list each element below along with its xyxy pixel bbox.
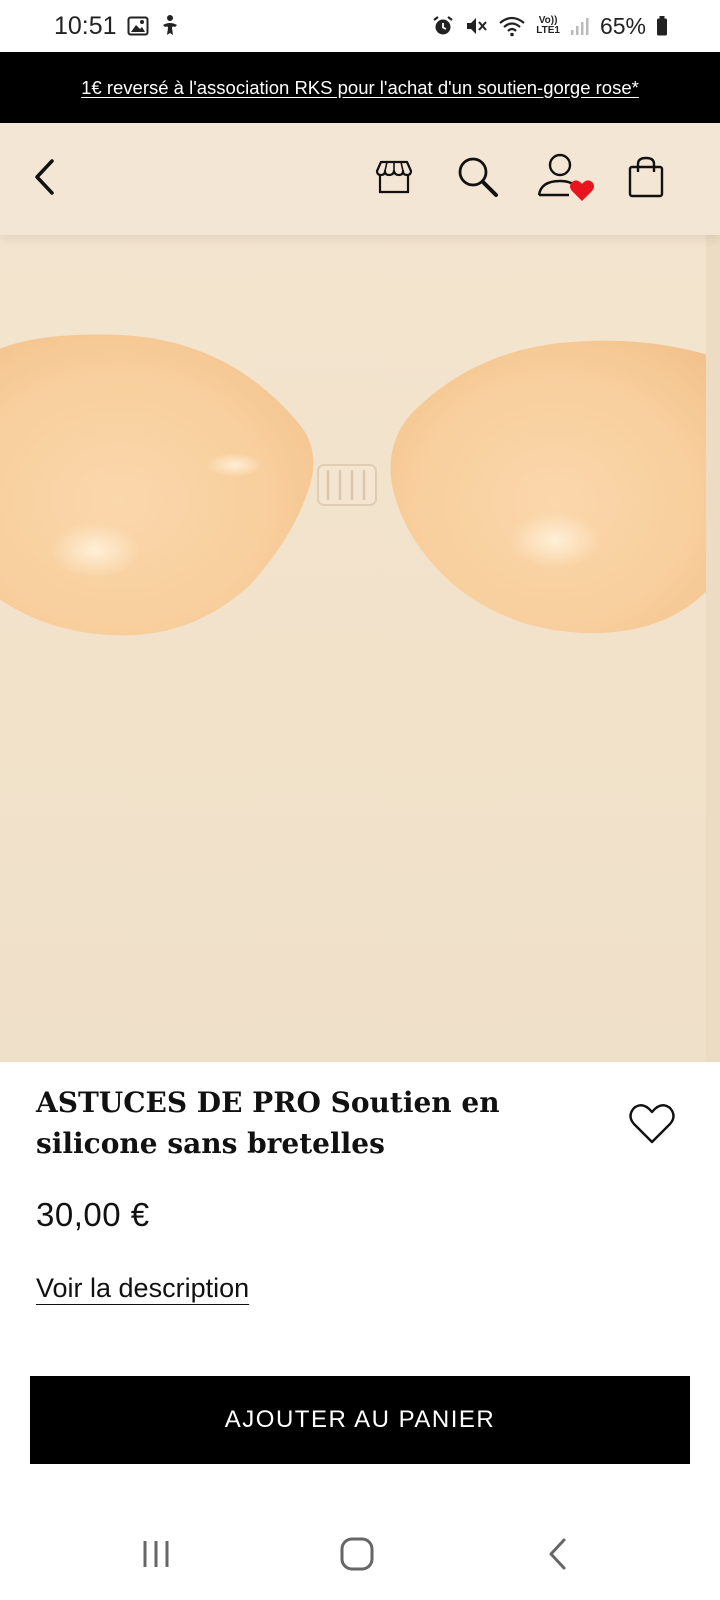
product-title: ASTUCES DE PRO Soutien en silicone sans … [36,1086,500,1160]
gallery-icon [127,15,149,37]
image-edge-strip [706,235,720,1062]
search-button[interactable] [450,151,506,207]
system-nav-bar [0,1512,720,1600]
alarm-icon [432,15,454,37]
view-description-link[interactable]: Voir la description [36,1273,249,1304]
accessibility-icon [159,14,181,38]
status-bar: 10:51 Vo)) LTE1 65% [0,0,720,52]
product-info: ASTUCES DE PRO Soutien en silicone sans … [0,1062,720,1512]
mute-icon [464,15,488,37]
signal-icon [570,16,590,36]
back-nav-button[interactable] [528,1530,588,1582]
back-nav-icon [546,1537,570,1576]
status-time: 10:51 [54,11,117,40]
wishlist-heart-icon [569,179,595,208]
battery-icon [656,15,668,37]
store-locator-button[interactable] [368,153,420,205]
home-button[interactable] [327,1530,387,1582]
bag-icon [627,155,665,204]
app-header [0,123,720,235]
search-icon [456,155,500,204]
product-image[interactable] [0,235,720,1062]
account-button[interactable] [533,151,605,211]
add-to-cart-button[interactable]: AJOUTER AU PANIER [30,1376,690,1464]
battery-percent: 65% [599,12,646,39]
status-left: 10:51 [54,12,181,41]
recents-button[interactable] [126,1530,186,1582]
store-icon [375,158,413,201]
add-to-wishlist-button[interactable] [624,1098,680,1154]
promo-banner[interactable]: 1€ reversé à l'association RKS pour l'ac… [0,52,720,123]
heart-outline-icon [628,1102,676,1151]
recents-icon [139,1539,173,1574]
promo-text[interactable]: 1€ reversé à l'association RKS pour l'ac… [81,77,639,99]
volte-icon: Vo)) LTE1 [536,16,560,36]
wifi-icon [498,15,526,37]
product-price: 30,00 € [36,1196,150,1233]
back-button[interactable] [22,151,66,207]
status-right: Vo)) LTE1 65% [432,13,668,40]
volte-bottom-label: LTE1 [536,25,560,36]
home-icon [339,1536,375,1577]
silicone-bra-illustration [0,334,720,636]
back-icon [31,157,57,202]
account-icon [533,151,605,211]
shopping-bag-button[interactable] [622,153,670,205]
